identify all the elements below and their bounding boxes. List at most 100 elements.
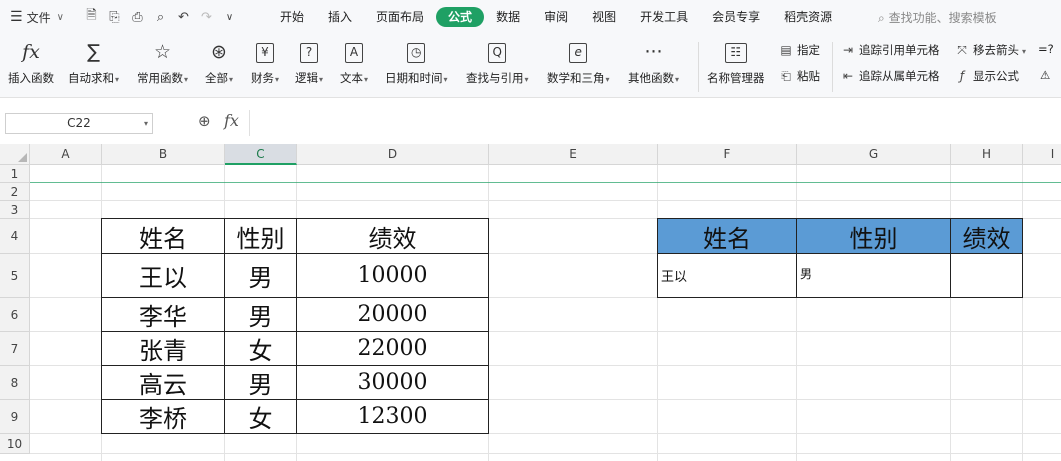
tab-resources[interactable]: 稻壳资源: [772, 7, 844, 27]
math-label: 数学和三角▾: [547, 71, 610, 85]
table2-cell-gender[interactable]: 男: [796, 253, 951, 298]
text-functions-button[interactable]: A 文本▾: [340, 38, 368, 86]
select-all-corner[interactable]: [0, 144, 30, 165]
preview-icon[interactable]: ⌕: [149, 10, 172, 25]
tab-view[interactable]: 视图: [580, 7, 628, 27]
table2-cell-score[interactable]: [950, 253, 1023, 298]
column-header-c[interactable]: C: [225, 144, 297, 165]
tab-insert[interactable]: 插入: [316, 7, 364, 27]
table1-header-name[interactable]: 姓名: [101, 218, 225, 254]
all-functions-button[interactable]: ⊛ 全部▾: [205, 38, 233, 86]
spreadsheet-grid[interactable]: A B C D E F G H I 1 2 3 4 5 6 7 8 9 10 姓…: [0, 144, 1061, 461]
export-icon[interactable]: ⎘: [103, 10, 126, 25]
table1-cell[interactable]: 12300: [296, 399, 489, 434]
finance-button[interactable]: ¥ 财务▾: [251, 38, 279, 86]
logic-label: 逻辑▾: [295, 71, 324, 85]
define-name-button[interactable]: ▤ 指定: [778, 42, 820, 58]
lookup-icon: Q: [466, 38, 529, 66]
table1-cell[interactable]: 张青: [101, 331, 225, 366]
name-manager-label: 名称管理器: [707, 71, 765, 85]
table1-cell[interactable]: 10000: [296, 253, 489, 298]
math-button[interactable]: e 数学和三角▾: [547, 38, 610, 86]
row-header-6[interactable]: 6: [0, 298, 30, 332]
remove-arrows-button[interactable]: ⤧ 移去箭头 ▾: [954, 42, 1026, 58]
row-header-10[interactable]: 10: [0, 434, 30, 454]
file-menu[interactable]: ☰ 文件 ∨: [10, 9, 80, 26]
tab-member[interactable]: 会员专享: [700, 7, 772, 27]
column-header-a[interactable]: A: [30, 144, 102, 165]
row-header-3[interactable]: 3: [0, 201, 30, 219]
trace-precedents-button[interactable]: ⇥ 追踪引用单元格: [840, 42, 940, 58]
table1-cell[interactable]: 女: [224, 399, 297, 434]
autosum-button[interactable]: ∑ 自动求和▾: [68, 38, 119, 86]
row-header-9[interactable]: 9: [0, 400, 30, 434]
row-header-1[interactable]: 1: [0, 165, 30, 183]
table2-header-gender[interactable]: 性别: [796, 218, 951, 254]
other-functions-button[interactable]: ··· 其他函数▾: [628, 38, 679, 86]
datetime-label: 日期和时间▾: [385, 71, 448, 85]
column-header-f[interactable]: F: [658, 144, 797, 165]
insert-function-button[interactable]: fx 插入函数: [8, 38, 54, 86]
column-header-h[interactable]: H: [951, 144, 1023, 165]
common-functions-button[interactable]: ☆ 常用函数▾: [137, 38, 188, 86]
table2-cell-name[interactable]: 王以: [657, 253, 797, 298]
evaluate-button[interactable]: =?: [1038, 42, 1054, 56]
text-icon: A: [340, 38, 368, 66]
row-header-5[interactable]: 5: [0, 254, 30, 298]
row-header-4[interactable]: 4: [0, 219, 30, 254]
search-box[interactable]: ⌕ 查找功能、搜索模板: [878, 9, 997, 26]
row-header-2[interactable]: 2: [0, 183, 30, 201]
table1-cell[interactable]: 女: [224, 331, 297, 366]
table1-cell[interactable]: 高云: [101, 365, 225, 400]
table1-cell[interactable]: 22000: [296, 331, 489, 366]
tab-data[interactable]: 数据: [484, 7, 532, 27]
column-header-d[interactable]: D: [297, 144, 489, 165]
table1-header-gender[interactable]: 性别: [224, 218, 297, 254]
evaluate-icon: =?: [1038, 42, 1054, 56]
tab-review[interactable]: 审阅: [532, 7, 580, 27]
table1-cell[interactable]: 男: [224, 253, 297, 298]
table2-header-score[interactable]: 绩效: [950, 218, 1023, 254]
more-chevron-icon[interactable]: ∨: [218, 12, 241, 23]
name-box[interactable]: C22 ▾: [5, 113, 153, 134]
table1-cell[interactable]: 李桥: [101, 399, 225, 434]
quick-access-toolbar: 🗎 ⎘ ⎙ ⌕ ↶ ↷ ∨: [80, 6, 241, 28]
table1-cell[interactable]: 男: [224, 365, 297, 400]
column-header-b[interactable]: B: [102, 144, 225, 165]
tab-page-layout[interactable]: 页面布局: [364, 7, 436, 27]
table1-header-score[interactable]: 绩效: [296, 218, 489, 254]
paste-name-button[interactable]: ⎗ 粘贴: [778, 68, 820, 84]
tab-developer[interactable]: 开发工具: [628, 7, 700, 27]
redo-icon[interactable]: ↷: [195, 10, 218, 25]
table1-cell[interactable]: 王以: [101, 253, 225, 298]
chevron-down-icon[interactable]: ▾: [144, 114, 148, 133]
table1-cell[interactable]: 李华: [101, 297, 225, 332]
table1-cell[interactable]: 男: [224, 297, 297, 332]
row-header-7[interactable]: 7: [0, 332, 30, 366]
error-check-button[interactable]: ⚠: [1040, 68, 1050, 82]
lookup-button[interactable]: Q 查找与引用▾: [466, 38, 529, 86]
datetime-button[interactable]: ◷ 日期和时间▾: [385, 38, 448, 86]
tab-home[interactable]: 开始: [268, 7, 316, 27]
print-icon[interactable]: ⎙: [126, 10, 149, 25]
formula-input[interactable]: [249, 110, 1061, 136]
name-box-value: C22: [67, 116, 91, 130]
show-formulas-button[interactable]: ƒ 显示公式: [954, 68, 1019, 84]
column-header-g[interactable]: G: [797, 144, 951, 165]
undo-icon[interactable]: ↶: [172, 10, 195, 25]
name-manager-button[interactable]: ☷ 名称管理器: [707, 38, 765, 86]
logic-button[interactable]: ? 逻辑▾: [295, 38, 323, 86]
fx-icon[interactable]: fx: [224, 111, 239, 130]
column-header-e[interactable]: E: [489, 144, 658, 165]
trace-dependents-button[interactable]: ⇤ 追踪从属单元格: [840, 68, 940, 84]
zoom-icon[interactable]: ⊕: [198, 112, 211, 130]
row-header-8[interactable]: 8: [0, 366, 30, 400]
table1-cell[interactable]: 20000: [296, 297, 489, 332]
column-header-i[interactable]: I: [1023, 144, 1061, 165]
tab-formulas[interactable]: 公式: [436, 7, 485, 27]
save-icon[interactable]: 🗎: [80, 6, 103, 28]
table1-cell[interactable]: 30000: [296, 365, 489, 400]
freeze-line: [30, 182, 1061, 183]
table2-header-name[interactable]: 姓名: [657, 218, 797, 254]
star-icon: ☆: [153, 41, 172, 63]
